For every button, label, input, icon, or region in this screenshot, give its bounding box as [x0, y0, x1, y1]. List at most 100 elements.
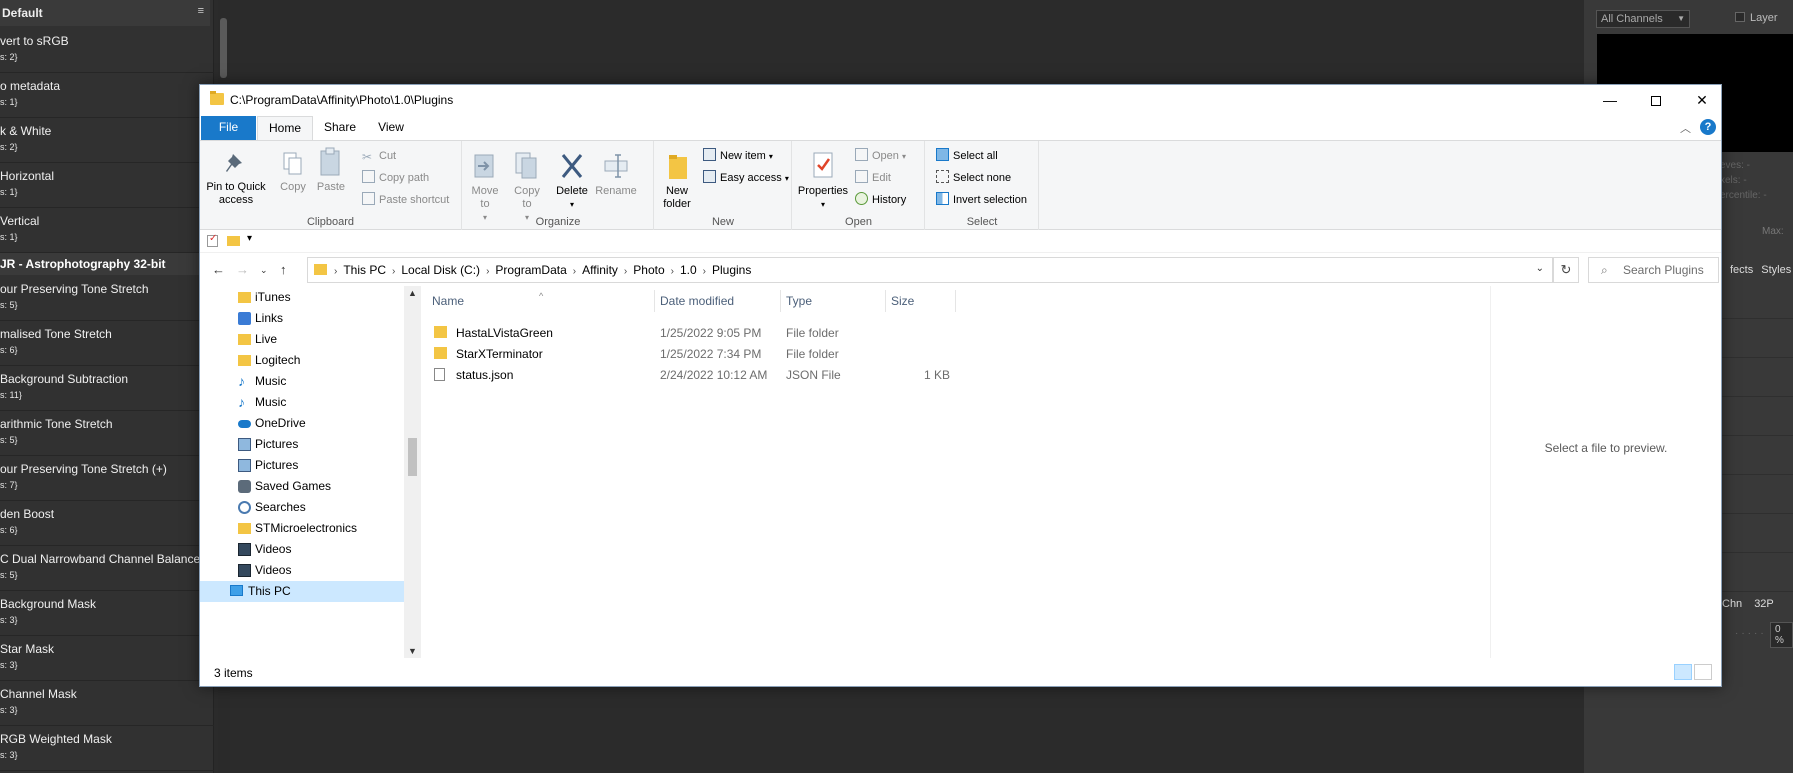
back-button[interactable]: ← — [212, 262, 225, 277]
nav-item[interactable]: OneDrive — [200, 413, 404, 434]
column-divider[interactable] — [654, 290, 655, 312]
column-header-date[interactable]: Date modified — [660, 294, 734, 308]
slider-track[interactable]: ····· — [1735, 628, 1767, 639]
edit-button[interactable]: Edit — [855, 169, 891, 187]
breadcrumb-item[interactable]: Affinity — [582, 263, 618, 277]
nav-item[interactable]: Live — [200, 329, 404, 350]
pin-quick-access-button[interactable]: Pin to Quick access — [206, 151, 266, 207]
nav-item[interactable]: iTunes — [200, 287, 404, 308]
chevron-down-icon[interactable]: ⌄ — [1536, 263, 1544, 274]
copy-to-button[interactable]: Copy to ▾ — [509, 151, 545, 224]
properties-qat-icon[interactable] — [207, 233, 218, 247]
new-folder-button[interactable]: New folder — [657, 151, 697, 211]
nav-scrollbar-thumb[interactable] — [408, 438, 417, 476]
macro-item[interactable]: arithmic Tone Stretch s: 5} — [0, 411, 214, 456]
file-row[interactable]: StarXTerminator 1/25/2022 7:34 PM File fol… — [422, 344, 962, 364]
nav-scrollbar[interactable]: ▲ ▼ — [404, 286, 421, 658]
nav-item[interactable]: STMicroelectronics — [200, 518, 404, 539]
macro-item[interactable]: Background Subtraction s: 11} — [0, 366, 214, 411]
title-bar[interactable]: C:\ProgramData\Affinity\Photo\1.0\Plugin… — [200, 85, 1721, 115]
select-all-button[interactable]: Select all — [936, 147, 998, 165]
close-button[interactable]: ✕ — [1679, 85, 1725, 115]
nav-item[interactable]: Pictures — [200, 455, 404, 476]
up-button[interactable]: ↑ — [280, 262, 287, 277]
tab-home[interactable]: Home — [257, 116, 313, 140]
open-button[interactable]: Open ▾ — [855, 147, 906, 165]
macro-item[interactable]: Channel Mask s: 3} — [0, 681, 214, 726]
column-divider[interactable] — [780, 290, 781, 312]
tab-styles[interactable]: Styles — [1761, 264, 1791, 276]
scroll-up-icon[interactable]: ▲ — [408, 288, 417, 298]
macro-scrollbar-thumb[interactable] — [220, 18, 227, 78]
paste-shortcut-button[interactable]: Paste shortcut — [362, 191, 449, 209]
macro-item[interactable]: vert to sRGB s: 2} — [0, 28, 214, 73]
cut-button[interactable]: ✂ Cut — [362, 147, 396, 165]
invert-selection-button[interactable]: Invert selection — [936, 191, 1027, 209]
macro-category-header[interactable]: Default ≡ — [0, 0, 210, 26]
nav-item[interactable]: Videos — [200, 539, 404, 560]
nav-item[interactable]: Searches — [200, 497, 404, 518]
breadcrumb-item[interactable]: 1.0 — [680, 263, 697, 277]
macro-item[interactable]: k & White s: 2} — [0, 118, 214, 163]
zoom-field[interactable]: 0 % — [1770, 622, 1793, 648]
new-folder-qat-icon[interactable] — [227, 236, 240, 246]
scroll-down-icon[interactable]: ▼ — [408, 646, 417, 656]
column-header-name[interactable]: Name ^ — [432, 291, 543, 308]
history-button[interactable]: History — [855, 191, 906, 209]
customize-qat-icon[interactable]: ▾ — [247, 233, 252, 244]
breadcrumb-item[interactable]: Local Disk (C:) — [401, 263, 480, 277]
tab-file[interactable]: File — [201, 116, 256, 140]
breadcrumb-item[interactable]: Photo — [633, 263, 664, 277]
refresh-button[interactable]: ↻ — [1553, 257, 1579, 283]
file-row[interactable]: HastaLVistaGreen 1/25/2022 9:05 PM File fo… — [422, 323, 962, 343]
breadcrumb-item[interactable]: This PC — [343, 263, 386, 277]
details-view-button[interactable] — [1674, 664, 1692, 680]
panel-menu-icon[interactable]: ≡ — [198, 5, 204, 17]
new-item-button[interactable]: New item ▾ — [703, 147, 773, 165]
macro-group-header[interactable]: JR - Astrophotography 32-bit — [0, 253, 214, 275]
nav-item[interactable]: Links — [200, 308, 404, 329]
tab-share[interactable]: Share — [315, 116, 365, 140]
select-none-button[interactable]: Select none — [936, 169, 1011, 187]
histogram-channel-select[interactable]: All Channels ▼ — [1596, 10, 1690, 28]
column-divider[interactable] — [885, 290, 886, 312]
copy-button[interactable]: Copy — [276, 151, 310, 194]
file-row[interactable]: status.json 2/24/2022 10:12 AM JSON File 1 … — [422, 365, 962, 385]
move-to-button[interactable]: Move to ▾ — [467, 151, 503, 224]
rename-button[interactable]: Rename — [595, 151, 637, 198]
paste-button[interactable]: Paste — [314, 147, 348, 194]
minimize-button[interactable]: — — [1587, 85, 1633, 115]
macro-item[interactable]: den Boost s: 6} — [0, 501, 214, 546]
nav-item[interactable]: ♪ Music — [200, 371, 404, 392]
breadcrumb-item[interactable]: Plugins — [712, 263, 751, 277]
forward-button[interactable]: → — [236, 262, 249, 277]
tab-effects[interactable]: fects — [1730, 264, 1753, 276]
delete-button[interactable]: Delete ▾ — [553, 151, 591, 211]
nav-item[interactable]: This PC — [200, 581, 404, 602]
macro-item[interactable]: Horizontal s: 1} — [0, 163, 214, 208]
nav-item[interactable]: Videos — [200, 560, 404, 581]
macro-item[interactable]: Vertical s: 1} — [0, 208, 214, 253]
recent-locations-button[interactable]: ⌄ — [260, 265, 268, 276]
properties-button[interactable]: Properties ▾ — [797, 151, 849, 211]
macro-item[interactable]: malised Tone Stretch s: 6} — [0, 321, 214, 366]
easy-access-button[interactable]: Easy access ▾ — [703, 169, 789, 187]
column-header-type[interactable]: Type — [786, 294, 812, 308]
nav-item[interactable]: Saved Games — [200, 476, 404, 497]
macro-item[interactable]: our Preserving Tone Stretch s: 5} — [0, 276, 214, 321]
search-input[interactable]: ⌕ Search Plugins — [1588, 257, 1719, 283]
nav-item[interactable]: Pictures — [200, 434, 404, 455]
tab-view[interactable]: View — [367, 116, 415, 140]
macro-item[interactable]: Background Mask s: 3} — [0, 591, 214, 636]
macro-item[interactable]: RGB Weighted Mask s: 3} — [0, 726, 214, 771]
copy-path-button[interactable]: Copy path — [362, 169, 429, 187]
macro-item[interactable]: o metadata s: 1} — [0, 73, 214, 118]
address-bar[interactable]: › This PC › Local Disk (C:) › ProgramData › Aff… — [307, 257, 1553, 283]
macro-item[interactable]: our Preserving Tone Stretch (+) s: 7} — [0, 456, 214, 501]
column-header-size[interactable]: Size — [891, 294, 914, 308]
macro-item[interactable]: C Dual Narrowband Channel Balance s: 5} — [0, 546, 214, 591]
nav-item[interactable]: ♪ Music — [200, 392, 404, 413]
macro-item[interactable]: Star Mask s: 3} — [0, 636, 214, 681]
help-icon[interactable]: ? — [1700, 119, 1716, 135]
large-icons-view-button[interactable] — [1694, 664, 1712, 680]
